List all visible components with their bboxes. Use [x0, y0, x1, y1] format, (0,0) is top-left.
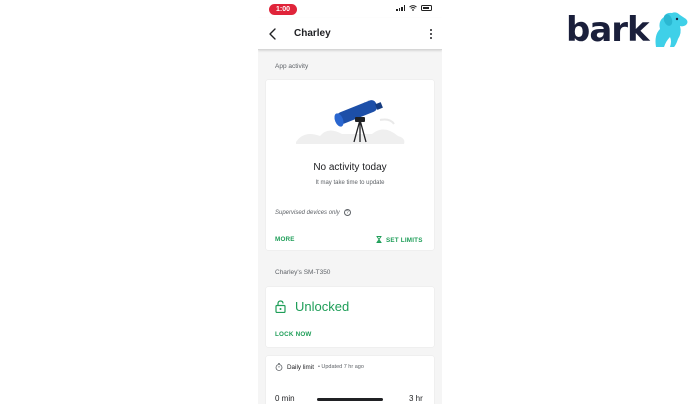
- daily-limit-slider[interactable]: [317, 398, 383, 401]
- screen: 1:00 Charley App activity No activity to…: [0, 0, 700, 404]
- status-bar: 1:00: [258, 0, 442, 18]
- supervised-note: Supervised devices only ?: [275, 209, 351, 216]
- app-activity-card: No activity today It may take time to up…: [266, 80, 434, 250]
- daily-limit-header: Daily limit • Updated 7 hr ago: [275, 363, 364, 371]
- signal-icon: [396, 5, 405, 11]
- empty-state-subtitle: It may take time to update: [315, 180, 385, 186]
- page-title: Charley: [294, 28, 331, 39]
- back-arrow-icon[interactable]: [266, 26, 280, 42]
- section-label-device: Charley's SM-T350: [275, 269, 331, 276]
- supervised-note-text: Supervised devices only: [275, 209, 340, 216]
- daily-limit-label: Daily limit: [287, 363, 314, 371]
- set-limits-label: SET LIMITS: [386, 237, 423, 244]
- lock-open-icon: [275, 300, 286, 313]
- dog-icon: [655, 12, 688, 48]
- section-label-app-activity: App activity: [275, 63, 309, 70]
- empty-state-title: No activity today: [313, 162, 387, 173]
- status-icons: [396, 5, 432, 11]
- more-button[interactable]: MORE: [275, 236, 295, 243]
- help-icon[interactable]: ?: [343, 209, 351, 216]
- slider-max-label: 3 hr: [409, 394, 423, 403]
- wifi-icon: [409, 5, 417, 11]
- more-vert-icon[interactable]: [426, 26, 436, 42]
- app-bar: Charley: [258, 18, 442, 50]
- battery-icon: [421, 5, 432, 11]
- daily-limit-updated: • Updated 7 hr ago: [317, 364, 364, 370]
- hourglass-icon: [376, 236, 382, 243]
- device-card: Unlocked LOCK NOW: [266, 287, 434, 347]
- status-time: 1:00: [269, 4, 297, 15]
- lock-status-row: Unlocked: [275, 299, 349, 314]
- telescope-icon: [296, 99, 405, 144]
- lock-status: Unlocked: [295, 299, 350, 314]
- set-limits-button[interactable]: SET LIMITS: [376, 236, 423, 244]
- phone-screen: 1:00 Charley App activity No activity to…: [258, 0, 442, 404]
- bark-logo: bark: [566, 10, 690, 50]
- lock-now-button[interactable]: LOCK NOW: [275, 331, 312, 338]
- timer-icon: [275, 363, 283, 371]
- logo-text: bark: [566, 10, 650, 50]
- slider-min-label: 0 min: [275, 394, 295, 403]
